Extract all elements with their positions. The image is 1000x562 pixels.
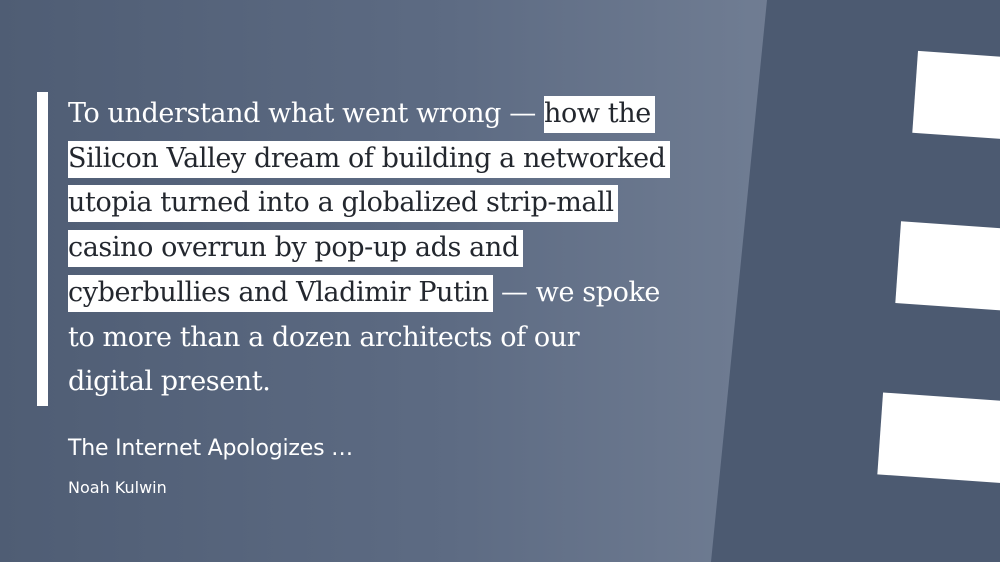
decorative-bar-top: [912, 50, 1000, 142]
source-author: Noah Kulwin: [68, 478, 167, 497]
decorative-bar-bottom: [877, 392, 1000, 486]
quote-text-before: To understand what went wrong —: [68, 98, 545, 129]
decorative-bar-middle: [895, 221, 1000, 313]
quote-block: To understand what went wrong — how the …: [68, 92, 670, 405]
source-title: The Internet Apologizes …: [68, 436, 353, 461]
quote-rule: [37, 92, 48, 406]
